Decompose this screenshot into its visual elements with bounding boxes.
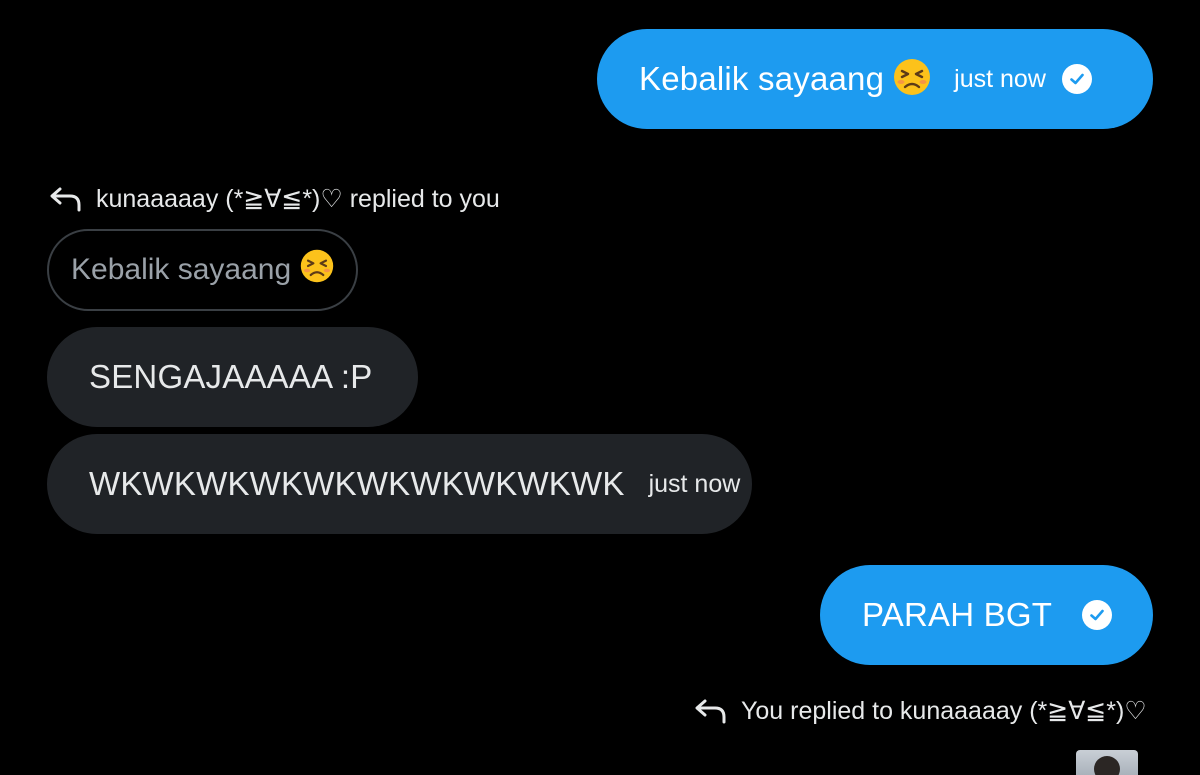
message-text: PARAH BGT — [862, 596, 1053, 633]
read-check-icon — [1082, 600, 1113, 630]
reply-context-text: You replied to kunaaaaay (*≧∀≦*)♡ — [741, 697, 1147, 725]
sent-message-bubble[interactable]: Kebalik sayaang just now — [597, 29, 1153, 129]
tired-face-emoji-icon — [892, 57, 932, 102]
sent-message-bubble[interactable]: PARAH BGT — [820, 565, 1153, 665]
tired-face-emoji-icon — [299, 248, 335, 292]
message-text: WKWKWKWKWKWKWKWKWKWK — [89, 465, 625, 502]
message-timestamp: just now — [954, 64, 1046, 93]
message-text: Kebalik sayaang — [639, 60, 885, 97]
read-check-icon — [1061, 64, 1092, 94]
image-attachment-thumbnail[interactable] — [1076, 750, 1138, 775]
message-text: SENGAJAAAAA :P — [89, 358, 373, 395]
message-timestamp: just now — [648, 469, 741, 498]
received-message-bubble[interactable]: SENGAJAAAAA :P — [47, 327, 418, 427]
reply-context-label: kunaaaaay (*≧∀≦*)♡ replied to you — [48, 184, 500, 214]
dm-conversation: Kebalik sayaang just now kunaaaaay (*≧∀≦… — [0, 0, 1200, 775]
quoted-message[interactable]: Kebalik sayaang — [47, 229, 358, 311]
received-message-bubble[interactable]: WKWKWKWKWKWKWKWKWKWK just now — [47, 434, 752, 534]
reply-context-text: kunaaaaay (*≧∀≦*)♡ replied to you — [96, 185, 500, 213]
quoted-message-text: Kebalik sayaang — [71, 253, 292, 286]
reply-context-label: You replied to kunaaaaay (*≧∀≦*)♡ — [693, 696, 1147, 726]
reply-arrow-icon — [48, 184, 84, 214]
photo-subject — [1094, 756, 1120, 775]
reply-arrow-icon — [693, 696, 729, 726]
